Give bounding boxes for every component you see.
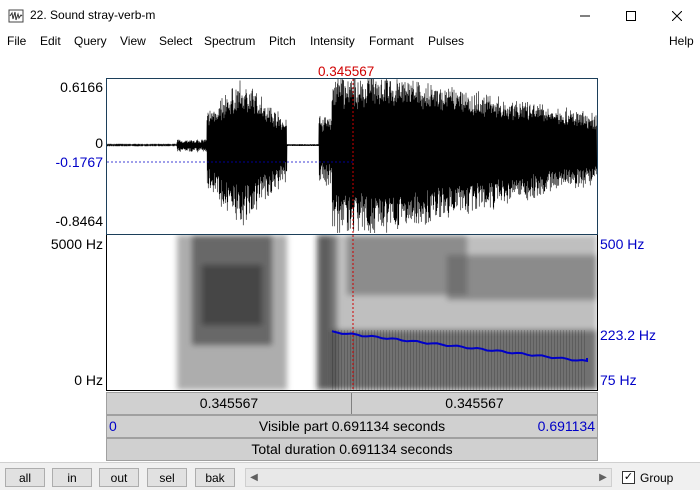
- zoom-back-button[interactable]: bak: [195, 468, 235, 487]
- zoom-all-button[interactable]: all: [5, 468, 45, 487]
- bottom-toolbar: all in out sel bak ◀ ▶ ✓ Group: [0, 462, 700, 490]
- menu-select[interactable]: Select: [159, 34, 192, 48]
- scroll-left-icon[interactable]: ◀: [246, 469, 262, 486]
- total-duration-bar[interactable]: Total duration 0.691134 seconds: [106, 438, 598, 461]
- praat-icon: [8, 9, 24, 23]
- menu-bar: File Edit Query View Select Spectrum Pit…: [0, 31, 700, 51]
- maximize-button[interactable]: [608, 0, 654, 31]
- minimize-button[interactable]: [562, 0, 608, 31]
- zoom-sel-button[interactable]: sel: [147, 468, 187, 487]
- visible-part-bar[interactable]: 0 Visible part 0.691134 seconds 0.691134: [106, 415, 598, 438]
- waveform-trace: [106, 73, 598, 234]
- zoom-out-button[interactable]: out: [99, 468, 139, 487]
- waveform-max-label: 0.6166: [60, 79, 103, 95]
- spectrogram-plot: [177, 235, 597, 390]
- scroll-right-icon[interactable]: ▶: [595, 469, 611, 486]
- menu-formant[interactable]: Formant: [369, 34, 414, 48]
- waveform-min-label: -0.8464: [55, 213, 103, 229]
- minimize-icon: [580, 15, 590, 16]
- group-checkbox[interactable]: ✓: [622, 471, 635, 484]
- menu-edit[interactable]: Edit: [40, 34, 61, 48]
- maximize-icon: [626, 10, 636, 21]
- waveform-plot: [106, 73, 598, 234]
- pitch-bottom-label: 75 Hz: [600, 372, 637, 388]
- group-label: Group: [640, 471, 674, 485]
- waveform-zero-label: 0: [95, 135, 103, 151]
- menu-pitch[interactable]: Pitch: [269, 34, 296, 48]
- close-button[interactable]: [654, 0, 700, 31]
- menu-view[interactable]: View: [120, 34, 146, 48]
- horizontal-scrollbar[interactable]: ◀ ▶: [245, 468, 612, 487]
- menu-query[interactable]: Query: [74, 34, 107, 48]
- zoom-in-button[interactable]: in: [52, 468, 92, 487]
- visible-end-time: 0.691134: [537, 418, 595, 434]
- pitch-cursor-value: 223.2 Hz: [600, 327, 657, 343]
- visible-part-label: Visible part 0.691134 seconds: [258, 418, 446, 434]
- spectrogram-top-freq: 5000 Hz: [50, 236, 103, 252]
- spectrogram-bottom-freq: 0 Hz: [74, 372, 103, 388]
- menu-pulses[interactable]: Pulses: [428, 34, 464, 48]
- title-bar: 22. Sound stray-verb-m: [0, 0, 700, 31]
- menu-file[interactable]: File: [7, 34, 26, 48]
- waveform-cursor-value: -0.1767: [55, 154, 103, 170]
- left-segment-button[interactable]: 0.345567: [107, 395, 351, 411]
- menu-intensity[interactable]: Intensity: [310, 34, 355, 48]
- total-duration-label: Total duration 0.691134 seconds: [251, 441, 453, 457]
- spectrogram-panel[interactable]: [106, 235, 598, 391]
- window-title: 22. Sound stray-verb-m: [30, 8, 156, 22]
- menu-help[interactable]: Help: [669, 34, 694, 48]
- menu-spectrum[interactable]: Spectrum: [204, 34, 255, 48]
- close-icon: [672, 10, 682, 21]
- pitch-top-label: 500 Hz: [600, 236, 645, 252]
- cursor-time-label: 0.345567: [318, 64, 375, 79]
- waveform-panel[interactable]: [106, 73, 598, 235]
- right-segment-button[interactable]: 0.345567: [352, 395, 597, 411]
- selection-bar: 0.345567 0.345567: [106, 392, 598, 415]
